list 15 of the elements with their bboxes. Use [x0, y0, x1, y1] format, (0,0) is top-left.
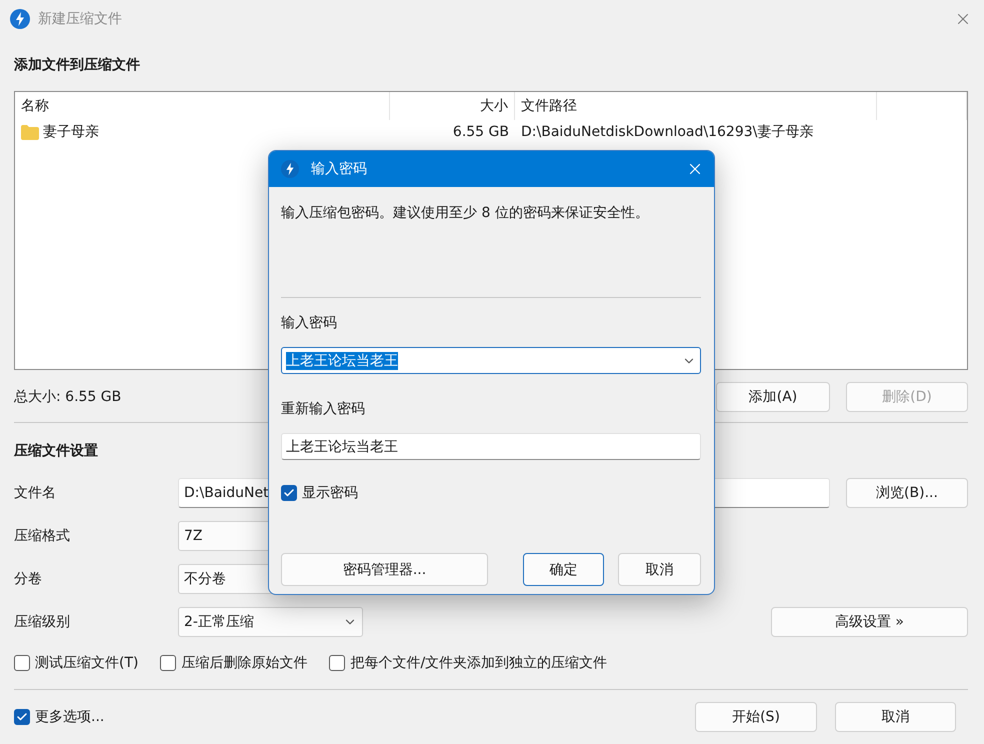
field-label: 重新输入密码: [281, 400, 366, 418]
file-size: 6.55 GB: [452, 124, 509, 140]
field-label: 压缩级别: [14, 613, 71, 631]
file-name: 妻子母亲: [43, 123, 99, 141]
field-label: 分卷: [14, 570, 43, 588]
window-title: 新建压缩文件: [38, 10, 123, 28]
file-path: D:\BaiduNetdiskDownload\16293\妻子母亲: [521, 123, 814, 141]
dialog-title: 输入密码: [311, 160, 368, 178]
section-title: 添加文件到压缩文件: [14, 56, 140, 74]
dialog-description: 输入压缩包密码。建议使用至少 8 位的密码来保证安全性。: [281, 204, 650, 222]
field-label: 输入密码: [281, 314, 338, 332]
total-size: 总大小: 6.55 GB: [14, 388, 122, 406]
field-label: 文件名: [14, 484, 57, 502]
section-title: 压缩文件设置: [14, 442, 98, 460]
field-label: 压缩格式: [14, 527, 71, 545]
